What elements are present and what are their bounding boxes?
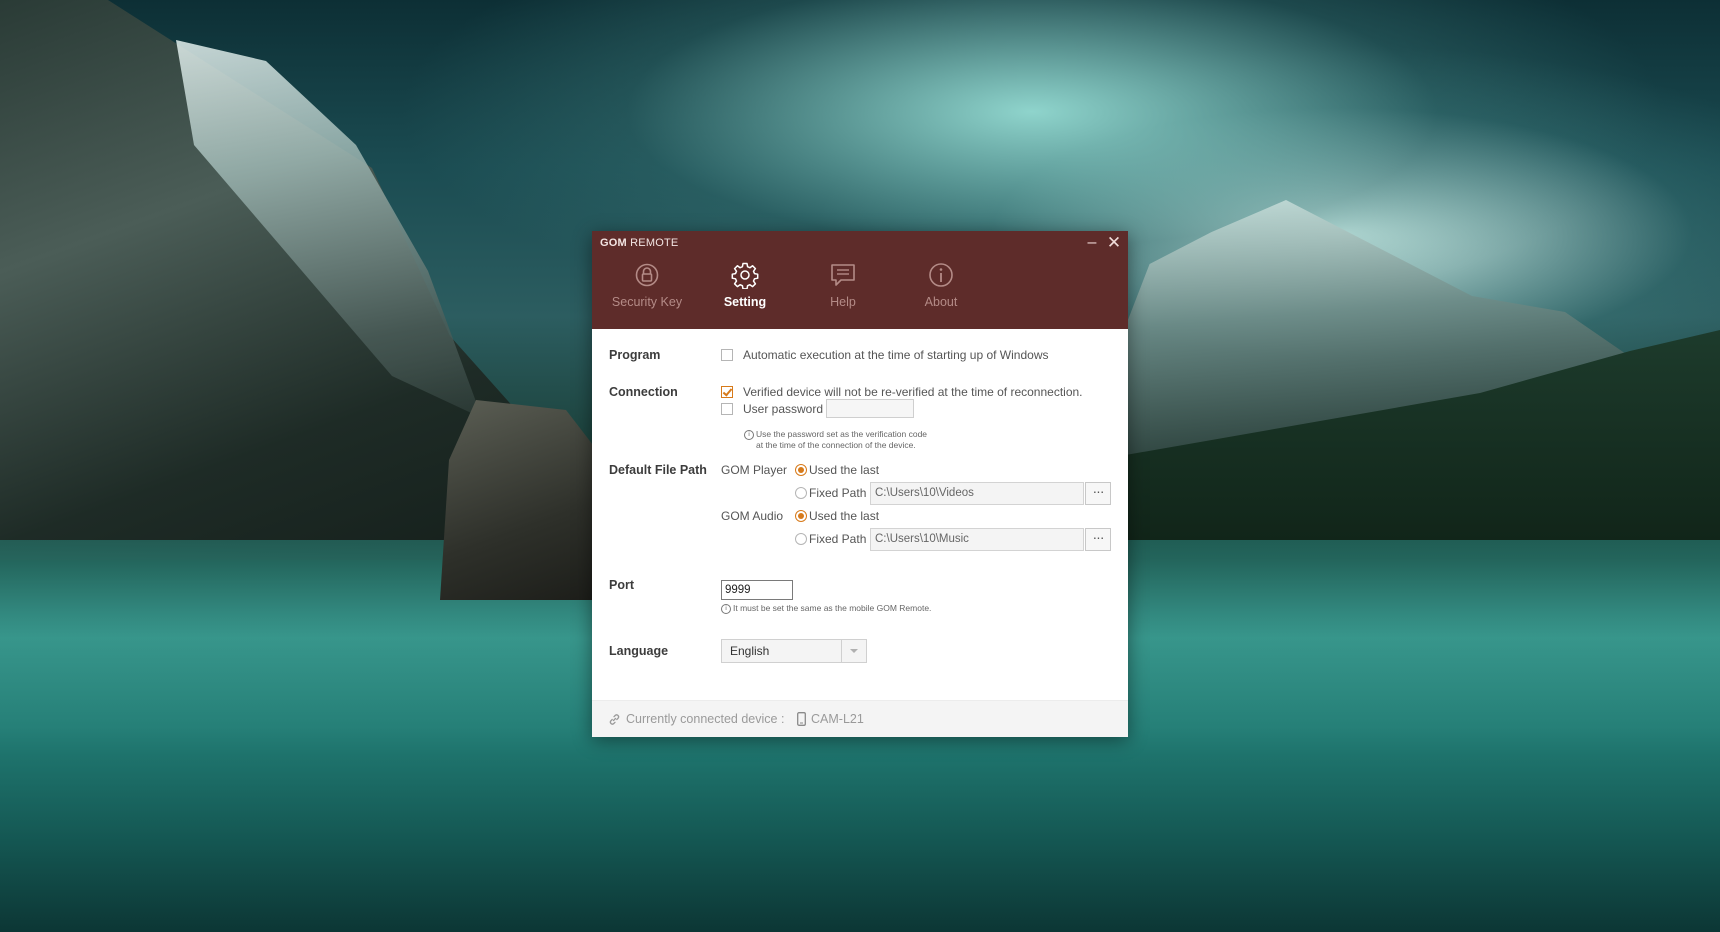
port-note-text: It must be set the same as the mobile GO…	[733, 603, 932, 613]
link-icon	[609, 714, 620, 725]
player-fixed-path-radio[interactable]	[795, 487, 807, 499]
audio-fixed-path-radio[interactable]	[795, 533, 807, 545]
gom-remote-window: GOM REMOTE – ✕ Security Key Setting Help…	[592, 231, 1128, 737]
status-footer: Currently connected device : CAM-L21	[592, 700, 1128, 737]
tab-setting[interactable]: Setting	[696, 261, 794, 323]
verified-row: Verified device will not be re-verified …	[721, 385, 1083, 399]
connection-label: Connection	[609, 385, 678, 399]
gom-player-label: GOM Player	[721, 463, 788, 477]
connected-device-label: Currently connected device :	[626, 712, 785, 726]
audio-used-last-label[interactable]: Used the last	[809, 509, 879, 523]
tab-label: Security Key	[611, 295, 683, 309]
player-used-last-radio[interactable]	[795, 464, 807, 476]
info-icon	[929, 263, 953, 287]
password-note-line1: Use the password set as the verification…	[756, 429, 928, 439]
auto-exec-label[interactable]: Automatic execution at the time of start…	[743, 348, 1048, 362]
player-used-last-label[interactable]: Used the last	[809, 463, 879, 477]
user-password-checkbox[interactable]	[721, 403, 733, 415]
password-note-line2: at the time of the connection of the dev…	[756, 440, 916, 450]
player-fixed-path-label[interactable]: Fixed Path	[809, 486, 866, 500]
port-note: i It must be set the same as the mobile G…	[721, 603, 931, 614]
auto-exec-checkbox[interactable]	[721, 349, 733, 361]
password-row: User password	[721, 402, 823, 416]
tab-bar: Security Key Setting Help About	[598, 261, 990, 323]
program-label: Program	[609, 348, 661, 362]
language-select[interactable]: English	[721, 639, 867, 663]
tab-label: About	[924, 295, 958, 309]
info-small-icon: i	[721, 604, 731, 614]
audio-fixed-path-row: Fixed Path	[795, 532, 866, 546]
chat-icon	[831, 264, 855, 286]
verified-device-label[interactable]: Verified device will not be re-verified …	[743, 385, 1083, 399]
info-small-icon: i	[744, 430, 754, 440]
player-used-last-row: Used the last	[795, 463, 879, 477]
audio-browse-button[interactable]: ···	[1085, 528, 1111, 551]
player-fixed-path-row: Fixed Path	[795, 486, 866, 500]
language-value: English	[730, 644, 770, 658]
audio-used-last-row: Used the last	[795, 509, 879, 523]
tab-security-key[interactable]: Security Key	[598, 261, 696, 323]
password-note: i Use the password set as the verificatio…	[744, 429, 927, 451]
user-password-input[interactable]	[826, 399, 914, 418]
player-path-field[interactable]: C:\Users\10\Videos	[870, 482, 1084, 505]
audio-used-last-radio[interactable]	[795, 510, 807, 522]
chevron-down-icon[interactable]	[841, 640, 866, 662]
user-password-label[interactable]: User password	[743, 402, 823, 416]
tab-label: Help	[830, 295, 856, 309]
gear-icon	[731, 262, 759, 289]
file-path-label: Default File Path	[609, 463, 707, 477]
tab-label: Setting	[723, 295, 767, 309]
lock-icon	[635, 263, 659, 287]
connected-device-name: CAM-L21	[811, 712, 864, 726]
app-title: GOM REMOTE	[600, 237, 679, 249]
verified-device-checkbox[interactable]	[721, 386, 733, 398]
audio-fixed-path-label[interactable]: Fixed Path	[809, 532, 866, 546]
close-button[interactable]: ✕	[1104, 233, 1124, 253]
player-browse-button[interactable]: ···	[1085, 482, 1111, 505]
tab-about[interactable]: About	[892, 261, 990, 323]
audio-path-field[interactable]: C:\Users\10\Music	[870, 528, 1084, 551]
title-bar[interactable]: GOM REMOTE – ✕ Security Key Setting Help…	[592, 231, 1128, 329]
language-label: Language	[609, 644, 669, 658]
port-label: Port	[609, 578, 634, 592]
port-input[interactable]: 9999	[721, 580, 793, 600]
phone-icon	[797, 712, 806, 726]
tab-help[interactable]: Help	[794, 261, 892, 323]
minimize-button[interactable]: –	[1082, 233, 1102, 253]
gom-audio-label: GOM Audio	[721, 509, 784, 523]
auto-exec-row: Automatic execution at the time of start…	[721, 348, 1048, 362]
settings-panel: Program Automatic execution at the time …	[592, 329, 1128, 689]
